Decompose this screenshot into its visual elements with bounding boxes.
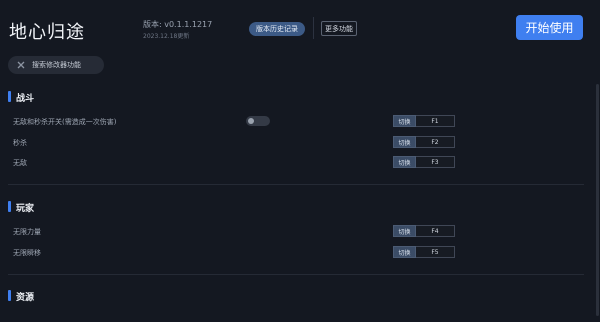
switch-button[interactable]: 切换 xyxy=(393,136,416,148)
section-title-player: 玩家 xyxy=(16,204,35,214)
scrollbar[interactable] xyxy=(596,84,599,316)
switch-button[interactable]: 切换 xyxy=(393,115,416,127)
switch-button[interactable]: 切换 xyxy=(393,156,416,168)
row-label-infinite-teleport: 无限瞬移 xyxy=(13,249,41,257)
row-label-oneshot: 秒杀 xyxy=(13,139,27,147)
header-divider xyxy=(313,17,314,39)
section-divider xyxy=(8,274,584,275)
row-label-invincible-oneshot-switch: 无敌和秒杀开关(需造成一次伤害) xyxy=(13,118,117,126)
hotkey-group: 切换 F4 xyxy=(393,225,455,237)
toggle-knob xyxy=(248,118,254,124)
version-label: 版本: v0.1.1.1217 xyxy=(143,20,213,29)
hotkey-group: 切换 F1 xyxy=(393,115,455,127)
section-marker xyxy=(8,201,11,212)
hotkey-field[interactable]: F5 xyxy=(416,246,455,258)
more-features-button[interactable]: 更多功能 xyxy=(321,21,357,36)
section-title-combat: 战斗 xyxy=(16,94,35,104)
hotkey-field[interactable]: F3 xyxy=(416,156,455,168)
switch-button[interactable]: 切换 xyxy=(393,246,416,258)
toggle-switch[interactable] xyxy=(246,116,270,126)
app-title: 地心归途 xyxy=(9,22,85,43)
start-button[interactable]: 开始使用 xyxy=(516,15,583,40)
row-label-invincible: 无敌 xyxy=(13,159,27,167)
search-bar[interactable]: 搜索修改器功能 xyxy=(8,56,104,74)
hotkey-field[interactable]: F1 xyxy=(416,115,455,127)
version-history-button[interactable]: 版本历史记录 xyxy=(249,22,305,36)
hotkey-group: 切换 F5 xyxy=(393,246,455,258)
hotkey-group: 切换 F3 xyxy=(393,156,455,168)
section-divider xyxy=(8,184,584,185)
search-label: 搜索修改器功能 xyxy=(32,61,81,69)
version-date: 2023.12.18更新 xyxy=(143,33,190,40)
hotkey-group: 切换 F2 xyxy=(393,136,455,148)
section-marker xyxy=(8,290,11,301)
row-label-infinite-power: 无限力量 xyxy=(13,228,41,236)
hotkey-field[interactable]: F4 xyxy=(416,225,455,237)
section-marker xyxy=(8,91,11,102)
close-x-icon xyxy=(16,60,26,70)
switch-button[interactable]: 切换 xyxy=(393,225,416,237)
section-title-resources: 资源 xyxy=(16,293,35,303)
hotkey-field[interactable]: F2 xyxy=(416,136,455,148)
